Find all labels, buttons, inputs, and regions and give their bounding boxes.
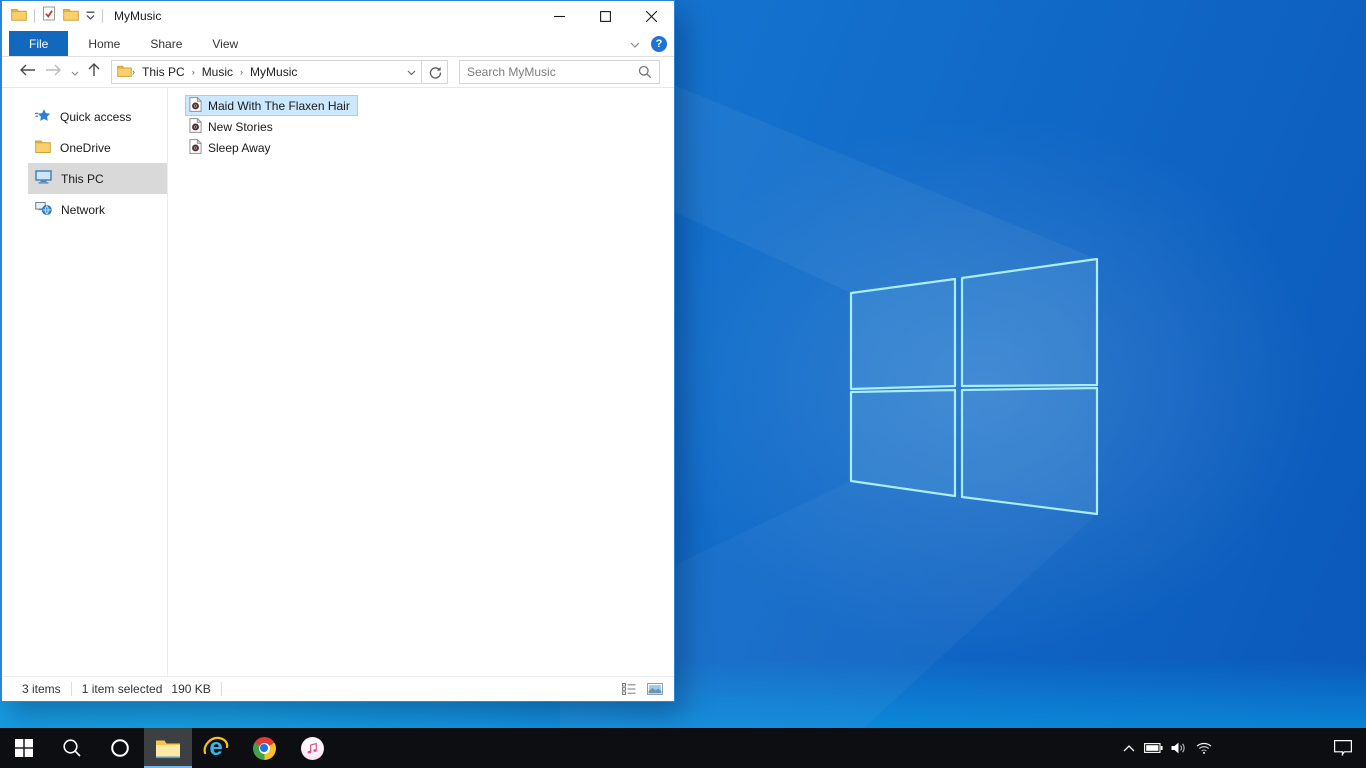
status-bar: 3 items 1 item selected 190 KB [2, 676, 674, 701]
selection-count: 1 item selected [81, 682, 163, 696]
close-button[interactable] [628, 1, 674, 31]
window-body: Quick access OneDrive This PC Network Ma… [2, 88, 674, 676]
chrome-icon [252, 736, 276, 760]
audio-file-icon [189, 138, 203, 157]
maximize-button[interactable] [582, 1, 628, 31]
quick-access-star-icon [35, 108, 51, 126]
volume-icon[interactable] [1166, 728, 1191, 768]
this-pc-monitor-icon [35, 170, 52, 187]
window-title: MyMusic [114, 9, 162, 23]
battery-icon[interactable] [1141, 728, 1166, 768]
recent-locations-chevron-icon[interactable] [71, 63, 79, 81]
address-bar[interactable]: › This PC › Music › MyMusic [111, 60, 422, 84]
forward-button[interactable] [45, 63, 62, 81]
chrome-taskbar-button[interactable] [240, 728, 288, 768]
hidden-icons-chevron-button[interactable] [1116, 728, 1141, 768]
ribbon-tab-bar: File Home Share View ? [2, 31, 674, 57]
qat-properties-button[interactable] [42, 6, 56, 26]
file-name: Sleep Away [208, 140, 271, 155]
sidebar-item-label: OneDrive [60, 140, 111, 155]
items-count: 3 items [22, 682, 61, 696]
sidebar-item-label: This PC [61, 171, 104, 186]
file-explorer-window: MyMusic File Home Share View ? › This PC… [0, 0, 675, 702]
up-button[interactable] [88, 62, 100, 82]
search-box [459, 60, 660, 84]
file-name: New Stories [208, 119, 273, 134]
network-icon [35, 201, 52, 218]
tab-home[interactable]: Home [73, 31, 135, 56]
breadcrumb-this-pc[interactable]: This PC [135, 65, 192, 79]
file-row-selected[interactable]: Maid With The Flaxen Hair [185, 95, 358, 116]
file-list[interactable]: Maid With The Flaxen Hair New Stories Sl… [168, 88, 674, 676]
taskbar: e [0, 728, 1366, 768]
minimize-button[interactable] [536, 1, 582, 31]
sidebar-item-onedrive[interactable]: OneDrive [28, 132, 167, 163]
navigation-toolbar: › This PC › Music › MyMusic [2, 57, 674, 88]
search-icon[interactable] [638, 65, 659, 79]
file-row[interactable]: Sleep Away [185, 137, 279, 158]
explorer-app-icon [11, 7, 27, 26]
tab-view[interactable]: View [197, 31, 253, 56]
qat-customize-button[interactable] [86, 7, 95, 25]
audio-file-icon [189, 96, 203, 115]
qat-separator [102, 9, 103, 23]
breadcrumb-mymusic[interactable]: MyMusic [243, 65, 304, 79]
file-row[interactable]: New Stories [185, 116, 281, 137]
itunes-icon [300, 736, 324, 760]
status-separator [70, 682, 72, 696]
sidebar-item-this-pc[interactable]: This PC [28, 163, 167, 194]
sidebar-item-label: Quick access [60, 109, 132, 124]
navigation-pane: Quick access OneDrive This PC Network [2, 88, 168, 676]
internet-explorer-taskbar-button[interactable]: e [192, 728, 240, 768]
address-folder-icon [117, 64, 132, 80]
address-dropdown-chevron-icon[interactable] [401, 65, 421, 79]
nav-buttons [2, 62, 111, 82]
sidebar-item-label: Network [61, 202, 106, 217]
refresh-button[interactable] [422, 60, 448, 84]
qat-new-folder-button[interactable] [63, 7, 79, 26]
details-view-button[interactable] [620, 681, 638, 697]
tab-file[interactable]: File [9, 31, 69, 56]
search-input[interactable] [460, 65, 638, 79]
qat-separator [34, 9, 35, 23]
quick-access-toolbar: MyMusic [2, 6, 161, 26]
file-explorer-taskbar-button[interactable] [144, 728, 192, 768]
itunes-taskbar-button[interactable] [288, 728, 336, 768]
breadcrumb-music[interactable]: Music [195, 65, 240, 79]
selection-size: 190 KB [171, 682, 211, 696]
caption-buttons [536, 1, 674, 31]
sidebar-item-network[interactable]: Network [28, 194, 167, 225]
expand-ribbon-icon[interactable] [630, 35, 640, 53]
title-bar[interactable]: MyMusic [2, 1, 674, 31]
wifi-icon[interactable] [1191, 728, 1216, 768]
onedrive-folder-icon [35, 139, 51, 156]
taskbar-search-button[interactable] [48, 728, 96, 768]
action-center-button[interactable] [1320, 728, 1366, 768]
tab-share[interactable]: Share [135, 31, 197, 56]
start-button[interactable] [0, 728, 48, 768]
cortana-button[interactable] [96, 728, 144, 768]
file-name: Maid With The Flaxen Hair [208, 98, 350, 113]
audio-file-icon [189, 117, 203, 136]
help-button[interactable]: ? [651, 35, 667, 52]
status-separator [220, 682, 222, 696]
sidebar-item-quick-access[interactable]: Quick access [28, 101, 167, 132]
thumbnail-view-button[interactable] [645, 681, 665, 697]
back-button[interactable] [19, 63, 36, 81]
system-tray [1116, 728, 1366, 768]
